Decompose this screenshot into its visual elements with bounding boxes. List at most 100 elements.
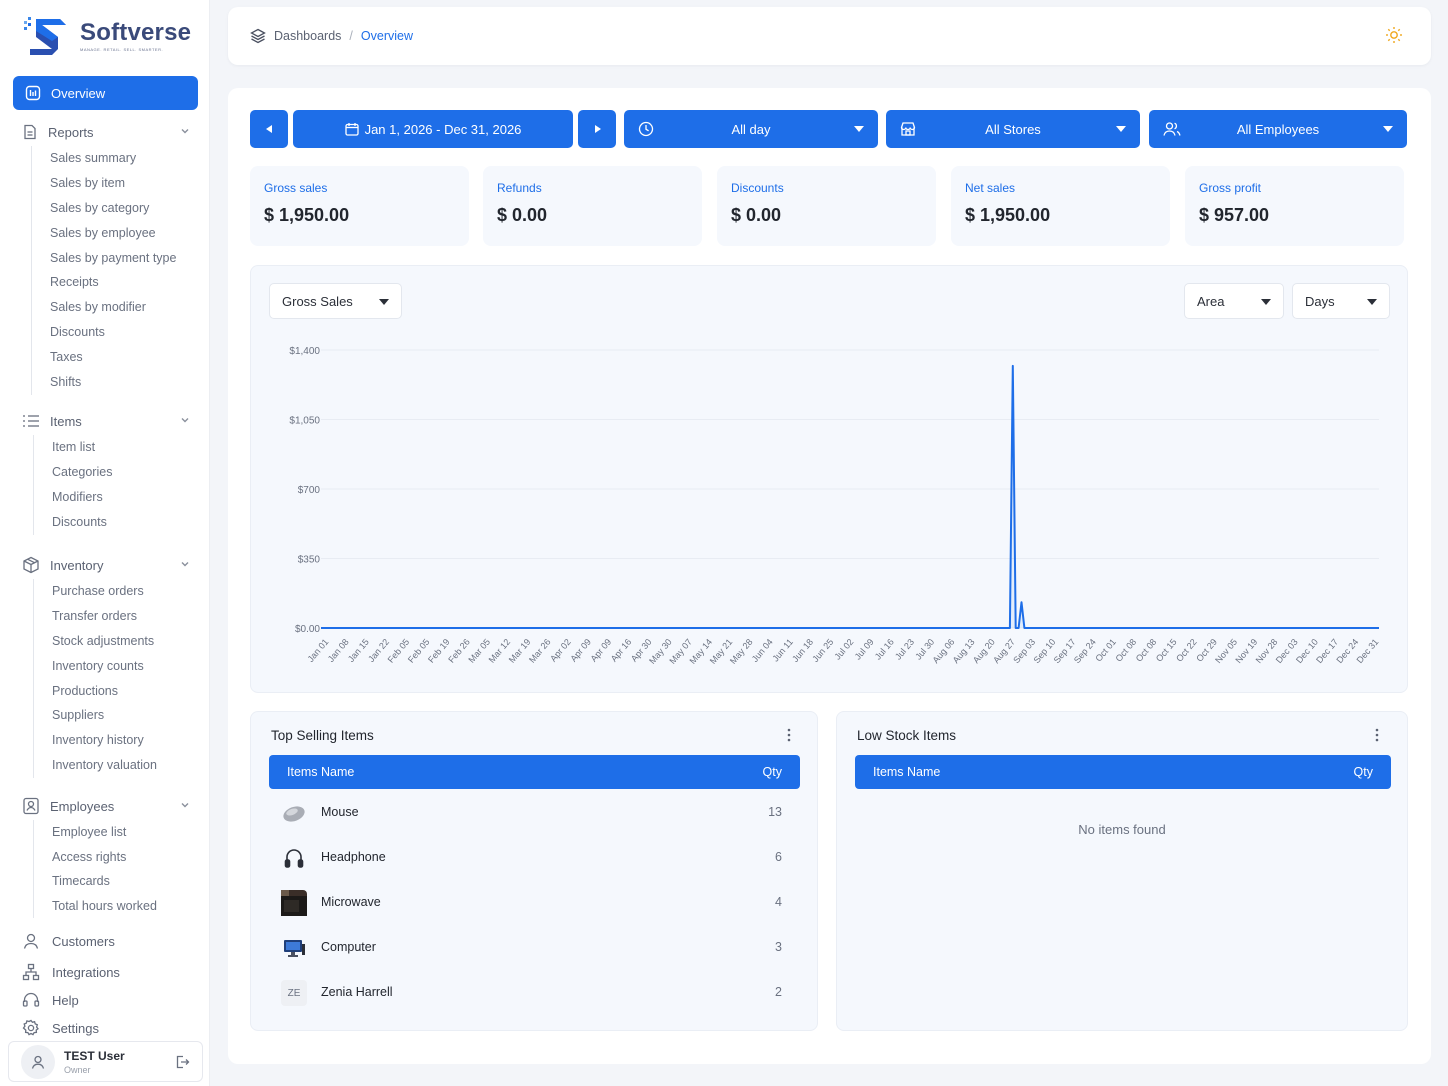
column-header-qty[interactable]: Qty: [763, 765, 782, 779]
main-panel: Jan 1, 2026 - Dec 31, 2026 All day All S…: [228, 88, 1431, 1064]
kpi-card-net-sales: Net sales $ 1,950.00: [951, 166, 1170, 246]
chevron-down-icon[interactable]: [180, 126, 190, 136]
dashboard-icon: [25, 85, 41, 101]
sidebar-subitem-item-list[interactable]: Item list: [34, 435, 210, 460]
user-card[interactable]: TEST User Owner: [8, 1041, 203, 1082]
sidebar-item-label: Overview: [51, 85, 106, 101]
kpi-label: Gross sales: [264, 181, 328, 195]
sidebar-item-help[interactable]: Help: [22, 988, 79, 1012]
card-title: Top Selling Items: [271, 728, 374, 743]
store-filter-dropdown[interactable]: All Stores: [886, 110, 1140, 148]
sidebar-subitem-discounts[interactable]: Discounts: [34, 510, 210, 535]
dropdown-caret-icon: [1383, 126, 1393, 132]
dropdown-caret-icon: [1116, 126, 1126, 132]
sidebar-subitem-stock-adjustments[interactable]: Stock adjustments: [34, 629, 210, 654]
sidebar-item-reports[interactable]: Reports: [0, 120, 210, 144]
more-vertical-icon[interactable]: [1375, 728, 1379, 742]
sidebar-subitem-sales-by-employee[interactable]: Sales by employee: [32, 221, 210, 246]
sidebar-subitem-total-hours-worked[interactable]: Total hours worked: [34, 894, 210, 919]
kpi-value: $ 1,950.00: [264, 205, 350, 225]
sidebar-item-overview[interactable]: Overview: [13, 76, 198, 110]
time-filter-dropdown[interactable]: All day: [624, 110, 878, 148]
item-qty: 4: [775, 895, 782, 909]
table-row[interactable]: Headphone 6: [269, 835, 800, 880]
sidebar-subitem-shifts[interactable]: Shifts: [32, 370, 210, 395]
next-period-button[interactable]: [578, 110, 616, 148]
sidebar-subitem-inventory-valuation[interactable]: Inventory valuation: [34, 753, 210, 778]
kpi-card-gross-profit: Gross profit $ 957.00: [1185, 166, 1404, 246]
sidebar: Softverse Manage. Retail. Sell. Smarter.…: [0, 0, 210, 1086]
item-name: Headphone: [321, 850, 386, 864]
x-tick-label: Oct 08: [1134, 637, 1159, 664]
sidebar-subitem-suppliers[interactable]: Suppliers: [34, 703, 210, 728]
brand-logo[interactable]: Softverse Manage. Retail. Sell. Smarter.: [22, 12, 192, 60]
sidebar-subitem-employee-list[interactable]: Employee list: [34, 820, 210, 845]
kpi-label: Net sales: [965, 181, 1016, 195]
table-row[interactable]: Mouse 13: [269, 790, 800, 835]
column-header-name[interactable]: Items Name: [287, 765, 354, 779]
sidebar-item-settings[interactable]: Settings: [22, 1016, 99, 1040]
user-name: TEST User: [64, 1048, 125, 1063]
sidebar-subitem-sales-by-modifier[interactable]: Sales by modifier: [32, 295, 210, 320]
table-row[interactable]: ZE Zenia Harrell 2: [269, 970, 800, 1015]
y-tick-label: $700: [298, 485, 321, 496]
logout-icon[interactable]: [174, 1054, 190, 1070]
sidebar-subitem-sales-by-item[interactable]: Sales by item: [32, 171, 210, 196]
chevron-down-icon[interactable]: [180, 415, 190, 425]
sidebar-subitem-productions[interactable]: Productions: [34, 679, 210, 704]
table-row[interactable]: Microwave 4: [269, 880, 800, 925]
sidebar-subitem-receipts[interactable]: Receipts: [32, 270, 210, 295]
sidebar-item-inventory[interactable]: Inventory: [0, 553, 210, 577]
x-tick-label: May 28: [728, 637, 755, 666]
chevron-down-icon[interactable]: [180, 559, 190, 569]
sidebar-item-label: Settings: [52, 1020, 99, 1036]
user-icon: [31, 1055, 45, 1069]
sidebar-item-integrations[interactable]: Integrations: [22, 960, 120, 984]
prev-period-button[interactable]: [250, 110, 288, 148]
sidebar-subitem-sales-summary[interactable]: Sales summary: [32, 146, 210, 171]
kpi-label: Discounts: [731, 181, 784, 195]
column-header-qty[interactable]: Qty: [1354, 765, 1373, 779]
x-tick-label: Apr 16: [609, 637, 634, 664]
sidebar-subitem-sales-by-payment-type[interactable]: Sales by payment type: [32, 246, 210, 271]
sidebar-subitem-inventory-counts[interactable]: Inventory counts: [34, 654, 210, 679]
computer-icon: [281, 935, 307, 961]
more-vertical-icon[interactable]: [787, 728, 791, 742]
sidebar-subitem-discounts[interactable]: Discounts: [32, 320, 210, 345]
caret-left-icon: [266, 125, 272, 133]
report-icon: [24, 124, 36, 140]
sidebar-subitem-timecards[interactable]: Timecards: [34, 869, 210, 894]
y-tick-label: $1,400: [289, 346, 320, 357]
sidebar-item-items[interactable]: Items: [0, 409, 210, 433]
sidebar-subitem-access-rights[interactable]: Access rights: [34, 845, 210, 870]
y-tick-label: $0.00: [295, 624, 320, 635]
kpi-card-discounts: Discounts $ 0.00: [717, 166, 936, 246]
logo-mark-icon: [24, 17, 66, 55]
x-tick-label: Oct 08: [1114, 637, 1139, 664]
x-tick-label: Oct 15: [1154, 637, 1179, 664]
sidebar-subitem-modifiers[interactable]: Modifiers: [34, 485, 210, 510]
sidebar-item-employees[interactable]: Employees: [0, 794, 210, 818]
sidebar-subitem-inventory-history[interactable]: Inventory history: [34, 728, 210, 753]
sidebar-subitem-categories[interactable]: Categories: [34, 460, 210, 485]
chevron-down-icon[interactable]: [180, 800, 190, 810]
sun-icon[interactable]: [1385, 26, 1403, 44]
column-header-name[interactable]: Items Name: [873, 765, 940, 779]
breadcrumb-separator: /: [349, 29, 353, 43]
date-range-picker[interactable]: Jan 1, 2026 - Dec 31, 2026: [293, 110, 573, 148]
sidebar-subitem-purchase-orders[interactable]: Purchase orders: [34, 579, 210, 604]
sidebar-item-customers[interactable]: Customers: [22, 929, 115, 953]
store-filter-label: All Stores: [985, 121, 1041, 137]
sidebar-subitem-sales-by-category[interactable]: Sales by category: [32, 196, 210, 221]
table-header: Items Name Qty: [855, 755, 1391, 789]
headset-icon: [22, 992, 40, 1007]
table-row[interactable]: Computer 3: [269, 925, 800, 970]
item-name: Mouse: [321, 805, 359, 819]
x-tick-label: Jun 18: [790, 637, 815, 664]
x-tick-label: Jan 15: [346, 637, 371, 664]
employee-filter-dropdown[interactable]: All Employees: [1149, 110, 1407, 148]
breadcrumb-dashboards[interactable]: Dashboards: [274, 29, 341, 43]
sidebar-subitem-transfer-orders[interactable]: Transfer orders: [34, 604, 210, 629]
kpi-label: Refunds: [497, 181, 542, 195]
sidebar-subitem-taxes[interactable]: Taxes: [32, 345, 210, 370]
